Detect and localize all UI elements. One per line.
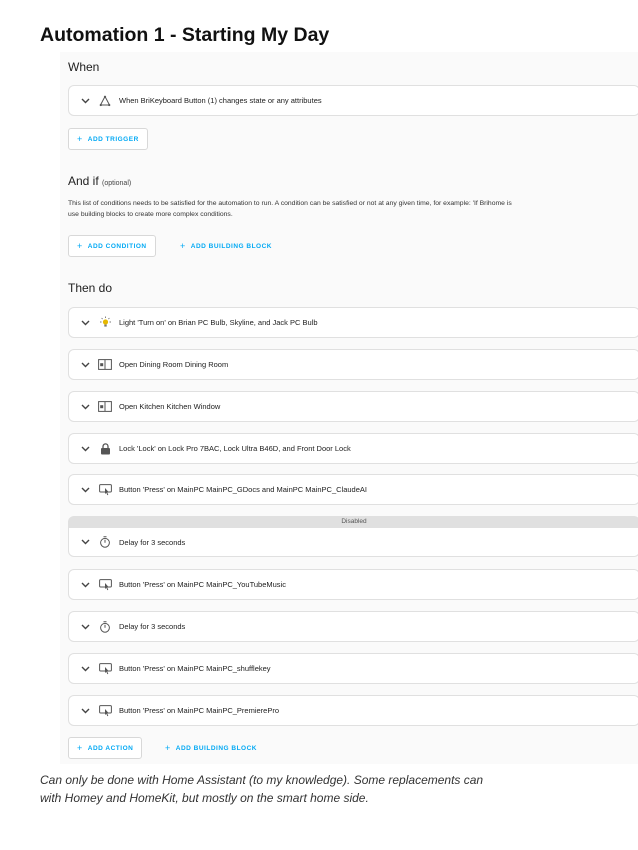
action-label: Open Kitchen Kitchen Window bbox=[119, 402, 221, 411]
plus-icon: + bbox=[77, 134, 83, 144]
chevron-down-icon[interactable] bbox=[75, 539, 95, 545]
plus-icon: + bbox=[165, 743, 171, 753]
action-label: Delay for 3 seconds bbox=[119, 622, 186, 631]
window-open-icon bbox=[97, 359, 113, 370]
add-condition-button[interactable]: + ADD CONDITION bbox=[68, 235, 156, 257]
chevron-down-icon[interactable] bbox=[75, 624, 95, 630]
action-card-disabled[interactable]: Delay for 3 seconds bbox=[68, 527, 638, 557]
action-card[interactable]: Button 'Press' on MainPC MainPC_shufflek… bbox=[68, 653, 638, 684]
timer-icon bbox=[97, 536, 113, 548]
state-trigger-icon bbox=[97, 94, 113, 107]
chevron-down-icon[interactable] bbox=[75, 98, 95, 104]
action-label: Button 'Press' on MainPC MainPC_shufflek… bbox=[119, 664, 271, 673]
action-card[interactable]: Open Dining Room Dining Room bbox=[68, 349, 638, 380]
add-building-block-condition-button[interactable]: + ADD BUILDING BLOCK bbox=[176, 235, 276, 257]
description-line: use building blocks to create more compl… bbox=[68, 211, 233, 218]
chevron-down-icon[interactable] bbox=[75, 487, 95, 493]
plus-icon: + bbox=[180, 241, 186, 251]
caption-line: with Homey and HomeKit, but mostly on th… bbox=[40, 791, 369, 805]
automation-editor-panel: When When BriKeyboard Button (1) changes… bbox=[60, 52, 638, 764]
chevron-down-icon[interactable] bbox=[75, 362, 95, 368]
action-label: Open Dining Room Dining Room bbox=[119, 360, 229, 369]
then-do-section-title: Then do bbox=[68, 281, 113, 295]
action-card[interactable]: Open Kitchen Kitchen Window bbox=[68, 391, 638, 422]
button-press-icon bbox=[97, 483, 113, 496]
action-card[interactable]: Button 'Press' on MainPC MainPC_GDocs an… bbox=[68, 474, 638, 505]
action-label: Button 'Press' on MainPC MainPC_Premiere… bbox=[119, 706, 280, 715]
add-building-block-action-button[interactable]: + ADD BUILDING BLOCK bbox=[161, 737, 261, 759]
add-action-label: ADD ACTION bbox=[87, 744, 134, 752]
action-card[interactable]: Button 'Press' on MainPC MainPC_YouTubeM… bbox=[68, 569, 638, 600]
button-press-icon bbox=[97, 578, 113, 591]
disabled-banner: Disabled bbox=[68, 516, 638, 527]
add-action-button[interactable]: + ADD ACTION bbox=[68, 737, 143, 759]
plus-icon: + bbox=[77, 743, 83, 753]
window-open-icon bbox=[97, 401, 113, 412]
trigger-label: When BriKeyboard Button (1) changes stat… bbox=[119, 96, 322, 105]
caption-line: Can only be done with Home Assistant (to… bbox=[40, 773, 484, 787]
lock-icon bbox=[97, 442, 113, 455]
chevron-down-icon[interactable] bbox=[75, 708, 95, 714]
trigger-card[interactable]: When BriKeyboard Button (1) changes stat… bbox=[68, 85, 638, 116]
action-label: Button 'Press' on MainPC MainPC_GDocs an… bbox=[119, 485, 367, 494]
and-if-section-title: And if (optional) bbox=[68, 174, 131, 188]
action-card[interactable]: Light 'Turn on' on Brian PC Bulb, Skylin… bbox=[68, 307, 638, 338]
chevron-down-icon[interactable] bbox=[75, 446, 95, 452]
when-section-title: When bbox=[68, 60, 100, 74]
timer-icon bbox=[97, 620, 113, 633]
chevron-down-icon[interactable] bbox=[75, 320, 95, 326]
action-label: Button 'Press' on MainPC MainPC_YouTubeM… bbox=[119, 580, 286, 589]
add-trigger-label: ADD TRIGGER bbox=[87, 135, 139, 143]
chevron-down-icon[interactable] bbox=[75, 582, 95, 588]
add-condition-label: ADD CONDITION bbox=[87, 242, 147, 250]
add-building-block-label: ADD BUILDING BLOCK bbox=[190, 242, 272, 250]
description-line: This list of conditions needs to be sati… bbox=[68, 200, 512, 207]
action-label: Delay for 3 seconds bbox=[119, 537, 186, 547]
chevron-down-icon[interactable] bbox=[75, 404, 95, 410]
plus-icon: + bbox=[77, 241, 83, 251]
optional-label: (optional) bbox=[102, 180, 132, 187]
button-press-icon bbox=[97, 662, 113, 675]
lightbulb-icon bbox=[97, 316, 113, 329]
add-building-block-label: ADD BUILDING BLOCK bbox=[175, 744, 257, 752]
caption-text: Can only be done with Home Assistant (to… bbox=[40, 771, 638, 807]
action-card[interactable]: Delay for 3 seconds bbox=[68, 611, 638, 642]
action-label: Lock 'Lock' on Lock Pro 7BAC, Lock Ultra… bbox=[119, 444, 351, 453]
button-press-icon bbox=[97, 704, 113, 717]
document-title: Automation 1 - Starting My Day bbox=[40, 24, 330, 46]
conditions-description: This list of conditions needs to be sati… bbox=[68, 198, 638, 220]
action-card[interactable]: Lock 'Lock' on Lock Pro 7BAC, Lock Ultra… bbox=[68, 433, 638, 464]
action-card[interactable]: Button 'Press' on MainPC MainPC_Premiere… bbox=[68, 695, 638, 726]
chevron-down-icon[interactable] bbox=[75, 666, 95, 672]
and-if-title: And if bbox=[68, 174, 99, 188]
add-trigger-button[interactable]: + ADD TRIGGER bbox=[68, 128, 148, 150]
action-label: Light 'Turn on' on Brian PC Bulb, Skylin… bbox=[119, 318, 318, 327]
